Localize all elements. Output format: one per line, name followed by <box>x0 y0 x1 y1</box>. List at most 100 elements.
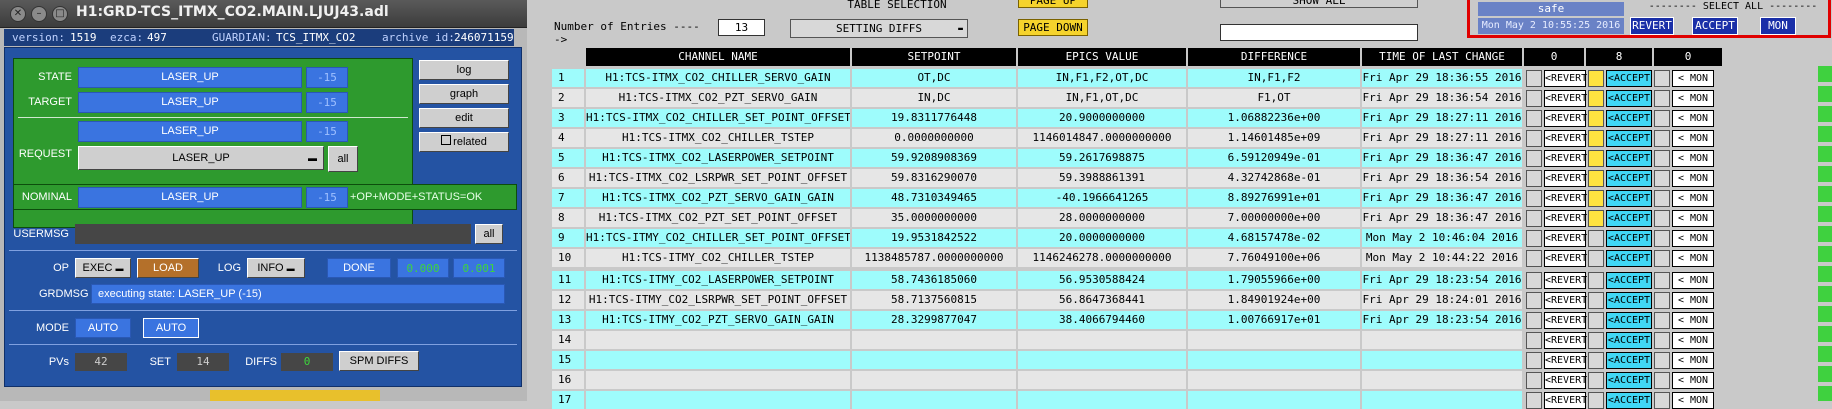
revert-all-button[interactable]: REVERT <box>1630 17 1674 35</box>
log-select[interactable]: INFO ▬ <box>247 258 305 278</box>
revert-button[interactable]: <REVERT <box>1544 210 1587 227</box>
accept-checkbox[interactable] <box>1588 230 1604 247</box>
mon-button[interactable]: < MON <box>1672 230 1714 247</box>
accept-button[interactable]: <ACCEPT <box>1606 110 1652 127</box>
revert-checkbox[interactable] <box>1526 332 1542 349</box>
window-titlebar[interactable]: ✕ – □ H1:GRD-TCS_ITMX_CO2.MAIN.LJUJ43.ad… <box>0 0 527 28</box>
mon-checkbox[interactable] <box>1654 312 1670 329</box>
revert-checkbox[interactable] <box>1526 110 1542 127</box>
accept-button[interactable]: <ACCEPT <box>1606 312 1652 329</box>
mon-checkbox[interactable] <box>1654 110 1670 127</box>
mon-checkbox[interactable] <box>1654 170 1670 187</box>
revert-checkbox[interactable] <box>1526 312 1542 329</box>
mon-button[interactable]: < MON <box>1672 292 1714 309</box>
accept-button[interactable]: <ACCEPT <box>1606 190 1652 207</box>
mon-button[interactable]: < MON <box>1672 190 1714 207</box>
mon-button[interactable]: < MON <box>1672 70 1714 87</box>
accept-checkbox[interactable] <box>1588 110 1604 127</box>
revert-checkbox[interactable] <box>1526 250 1542 267</box>
accept-checkbox[interactable] <box>1588 150 1604 167</box>
revert-checkbox[interactable] <box>1526 170 1542 187</box>
revert-checkbox[interactable] <box>1526 90 1542 107</box>
revert-button[interactable]: <REVERT <box>1544 70 1587 87</box>
accept-button[interactable]: <ACCEPT <box>1606 292 1652 309</box>
mon-button[interactable]: < MON <box>1672 210 1714 227</box>
accept-button[interactable]: <ACCEPT <box>1606 90 1652 107</box>
accept-button[interactable]: <ACCEPT <box>1606 70 1652 87</box>
accept-checkbox[interactable] <box>1588 352 1604 369</box>
accept-button[interactable]: <ACCEPT <box>1606 272 1652 289</box>
request-all-button[interactable]: all <box>328 146 358 172</box>
accept-checkbox[interactable] <box>1588 312 1604 329</box>
accept-checkbox[interactable] <box>1588 90 1604 107</box>
accept-checkbox[interactable] <box>1588 70 1604 87</box>
revert-checkbox[interactable] <box>1526 230 1542 247</box>
mon-checkbox[interactable] <box>1654 190 1670 207</box>
revert-button[interactable]: <REVERT <box>1544 250 1587 267</box>
accept-button[interactable]: <ACCEPT <box>1606 150 1652 167</box>
revert-button[interactable]: <REVERT <box>1544 292 1587 309</box>
revert-button[interactable]: <REVERT <box>1544 332 1587 349</box>
accept-checkbox[interactable] <box>1588 372 1604 389</box>
mon-checkbox[interactable] <box>1654 210 1670 227</box>
mon-checkbox[interactable] <box>1654 372 1670 389</box>
accept-checkbox[interactable] <box>1588 292 1604 309</box>
mon-checkbox[interactable] <box>1654 352 1670 369</box>
revert-checkbox[interactable] <box>1526 352 1542 369</box>
revert-button[interactable]: <REVERT <box>1544 372 1587 389</box>
mon-all-button[interactable]: MON <box>1760 17 1796 35</box>
accept-button[interactable]: <ACCEPT <box>1606 170 1652 187</box>
mon-checkbox[interactable] <box>1654 130 1670 147</box>
mon-button[interactable]: < MON <box>1672 170 1714 187</box>
op-select[interactable]: EXEC ▬ <box>75 258 131 278</box>
accept-button[interactable]: <ACCEPT <box>1606 210 1652 227</box>
accept-all-button[interactable]: ACCEPT <box>1692 17 1738 35</box>
mon-button[interactable]: < MON <box>1672 250 1714 267</box>
graph-button[interactable]: graph <box>419 84 509 104</box>
mon-checkbox[interactable] <box>1654 150 1670 167</box>
revert-checkbox[interactable] <box>1526 272 1542 289</box>
mon-button[interactable]: < MON <box>1672 130 1714 147</box>
accept-button[interactable]: <ACCEPT <box>1606 332 1652 349</box>
spm-diffs-button[interactable]: SPM DIFFS <box>339 351 419 371</box>
usermsg-all-button[interactable]: all <box>475 224 503 244</box>
mon-checkbox[interactable] <box>1654 250 1670 267</box>
accept-button[interactable]: <ACCEPT <box>1606 372 1652 389</box>
accept-button[interactable]: <ACCEPT <box>1606 130 1652 147</box>
mon-checkbox[interactable] <box>1654 272 1670 289</box>
scrollbar[interactable] <box>1818 66 1832 401</box>
accept-checkbox[interactable] <box>1588 332 1604 349</box>
revert-button[interactable]: <REVERT <box>1544 110 1587 127</box>
mon-checkbox[interactable] <box>1654 70 1670 87</box>
mon-button[interactable]: < MON <box>1672 372 1714 389</box>
accept-button[interactable]: <ACCEPT <box>1606 230 1652 247</box>
revert-button[interactable]: <REVERT <box>1544 230 1587 247</box>
mon-button[interactable]: < MON <box>1672 352 1714 369</box>
mon-button[interactable]: < MON <box>1672 90 1714 107</box>
mon-checkbox[interactable] <box>1654 230 1670 247</box>
revert-button[interactable]: <REVERT <box>1544 130 1587 147</box>
show-all-select[interactable]: SHOW ALL <box>1220 0 1418 8</box>
revert-checkbox[interactable] <box>1526 150 1542 167</box>
related-button[interactable]: related <box>419 132 509 152</box>
page-up-button[interactable]: PAGE UP <box>1018 0 1088 8</box>
mon-button[interactable]: < MON <box>1672 272 1714 289</box>
page-down-button[interactable]: PAGE DOWN <box>1018 19 1088 36</box>
window-maximize-icon[interactable]: □ <box>52 6 68 22</box>
revert-button[interactable]: <REVERT <box>1544 312 1587 329</box>
revert-button[interactable]: <REVERT <box>1544 272 1587 289</box>
revert-button[interactable]: <REVERT <box>1544 352 1587 369</box>
revert-checkbox[interactable] <box>1526 190 1542 207</box>
revert-checkbox[interactable] <box>1526 210 1542 227</box>
load-button[interactable]: LOAD <box>137 258 199 278</box>
search-input[interactable] <box>1220 24 1418 41</box>
accept-checkbox[interactable] <box>1588 272 1604 289</box>
accept-button[interactable]: <ACCEPT <box>1606 250 1652 267</box>
revert-button[interactable]: <REVERT <box>1544 190 1587 207</box>
mon-checkbox[interactable] <box>1654 90 1670 107</box>
mon-button[interactable]: < MON <box>1672 110 1714 127</box>
accept-checkbox[interactable] <box>1588 250 1604 267</box>
accept-button[interactable]: <ACCEPT <box>1606 352 1652 369</box>
mon-checkbox[interactable] <box>1654 292 1670 309</box>
accept-checkbox[interactable] <box>1588 130 1604 147</box>
